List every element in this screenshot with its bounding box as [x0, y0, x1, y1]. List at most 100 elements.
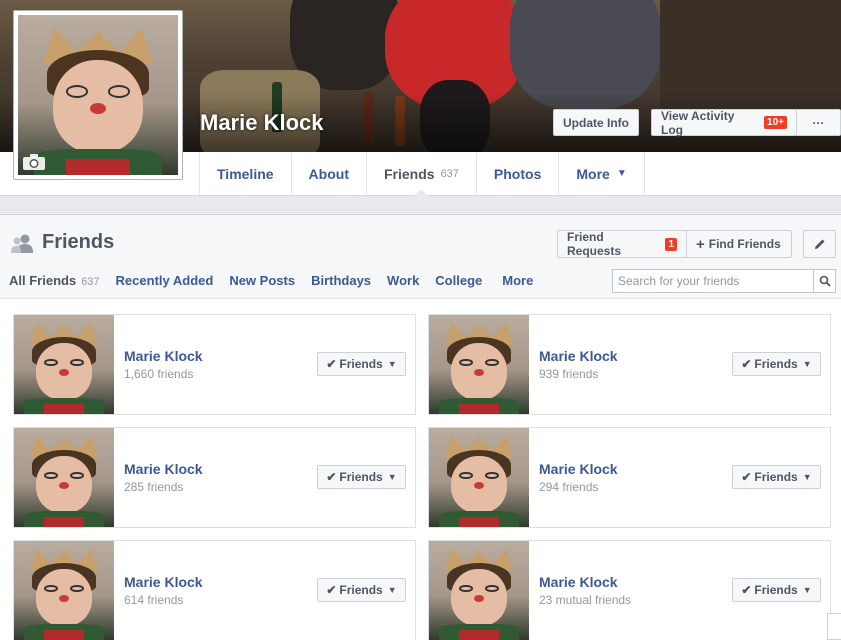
activity-log-button[interactable]: View Activity Log 10+	[651, 108, 797, 137]
filter-work[interactable]: Work	[387, 273, 419, 288]
search-button[interactable]	[813, 270, 835, 292]
filter-new-posts[interactable]: New Posts	[229, 273, 295, 288]
activity-log-label: View Activity Log	[661, 108, 735, 137]
filter-birthdays[interactable]: Birthdays	[311, 273, 371, 288]
friends-status-button[interactable]: ✔ Friends ▼	[317, 352, 406, 376]
friends-status-button[interactable]: ✔ Friends ▼	[317, 465, 406, 489]
friend-card: Marie Klock 23 mutual friends ✔ Friends …	[428, 540, 831, 640]
friend-requests-badge: 1	[665, 237, 677, 251]
caret-down-icon: ▼	[802, 359, 812, 369]
friend-name[interactable]: Marie Klock	[124, 348, 203, 364]
activity-log-badge: 10+	[764, 116, 787, 129]
tab-label: About	[308, 165, 349, 182]
filter-more[interactable]: More	[502, 273, 533, 288]
check-icon: ✔	[326, 470, 337, 484]
friends-status-button[interactable]: ✔ Friends ▼	[732, 352, 821, 376]
friends-button-label: Friends	[339, 357, 383, 371]
caret-down-icon: ▼	[387, 359, 397, 369]
friend-requests-label: Friend Requests	[567, 230, 622, 258]
tab-label: Friends	[383, 165, 435, 182]
friends-title: Friends	[10, 231, 114, 254]
caret-down-icon: ▼	[802, 585, 812, 595]
friend-photo[interactable]	[14, 541, 114, 640]
find-friends-button[interactable]: + Find Friends	[686, 230, 792, 258]
friends-header: Friends Friend Requests 1 + Find Friends…	[0, 215, 841, 299]
friends-status-button[interactable]: ✔ Friends ▼	[317, 578, 406, 602]
friend-count[interactable]: 939 friends	[539, 367, 598, 381]
friends-status-button[interactable]: ✔ Friends ▼	[732, 578, 821, 602]
check-icon: ✔	[741, 357, 752, 371]
scroll-handle[interactable]	[827, 613, 841, 640]
friend-requests-button[interactable]: Friend Requests 1	[557, 230, 687, 258]
friend-card: Marie Klock 285 friends ✔ Friends ▼	[13, 427, 416, 528]
friend-count[interactable]: 614 friends	[124, 593, 183, 607]
search-icon	[819, 275, 831, 287]
friend-name[interactable]: Marie Klock	[539, 461, 618, 477]
edit-button[interactable]	[803, 230, 836, 258]
friend-name[interactable]: Marie Klock	[539, 348, 618, 364]
friend-name[interactable]: Marie Klock	[124, 574, 203, 590]
friends-title-text: Friends	[42, 231, 115, 253]
friend-count[interactable]: 294 friends	[539, 480, 598, 494]
search-input[interactable]	[613, 270, 813, 292]
friends-status-button[interactable]: ✔ Friends ▼	[732, 465, 821, 489]
avatar	[429, 315, 529, 414]
tab-friends[interactable]: Friends 637	[367, 152, 477, 196]
friend-card: Marie Klock 294 friends ✔ Friends ▼	[428, 427, 831, 528]
friend-photo[interactable]	[14, 428, 114, 527]
friend-card: Marie Klock 614 friends ✔ Friends ▼	[13, 540, 416, 640]
friends-count: 637	[440, 167, 459, 180]
tab-label: Photos	[493, 165, 542, 182]
caret-down-icon: ▼	[802, 472, 812, 482]
avatar	[18, 15, 178, 175]
filter-college[interactable]: College	[435, 273, 482, 288]
friend-photo[interactable]	[429, 541, 529, 640]
update-info-button[interactable]: Update Info	[553, 109, 639, 136]
friends-button-label: Friends	[754, 357, 798, 371]
tab-photos[interactable]: Photos	[477, 152, 560, 195]
filter-all-friends[interactable]: All Friends 637	[9, 273, 100, 288]
friend-photo[interactable]	[429, 315, 529, 414]
more-options-button[interactable]: ···	[796, 109, 841, 136]
friend-card: Marie Klock 1,660 friends ✔ Friends ▼	[13, 314, 416, 415]
friends-button-label: Friends	[339, 470, 383, 484]
friend-name[interactable]: Marie Klock	[124, 461, 203, 477]
tab-timeline[interactable]: Timeline	[200, 152, 292, 195]
caret-down-icon: ▼	[387, 472, 397, 482]
friends-button-label: Friends	[339, 583, 383, 597]
profile-name[interactable]: Marie Klock	[200, 110, 324, 136]
find-friends-label: Find Friends	[708, 237, 781, 251]
tab-label: Timeline	[217, 165, 274, 182]
pencil-icon	[814, 239, 824, 249]
friend-name[interactable]: Marie Klock	[539, 574, 618, 590]
friends-filter-tabs: All Friends 637 Recently Added New Posts …	[9, 273, 549, 288]
caret-down-icon: ▼	[616, 168, 627, 179]
friends-icon	[11, 234, 33, 253]
friend-count[interactable]: 23 mutual friends	[539, 593, 631, 607]
profile-picture[interactable]	[13, 10, 183, 180]
filter-recently-added[interactable]: Recently Added	[116, 273, 214, 288]
all-friends-count: 637	[81, 276, 100, 288]
tab-more[interactable]: More ▼	[559, 152, 645, 195]
filter-label: All Friends	[9, 273, 77, 288]
tab-about[interactable]: About	[292, 152, 367, 195]
check-icon: ✔	[326, 357, 337, 371]
caret-down-icon: ▼	[387, 585, 397, 595]
avatar	[14, 315, 114, 414]
friend-photo[interactable]	[429, 428, 529, 527]
tab-label: More	[576, 165, 610, 182]
avatar	[429, 428, 529, 527]
avatar	[14, 541, 114, 640]
friend-count[interactable]: 1,660 friends	[124, 367, 193, 381]
check-icon: ✔	[741, 583, 752, 597]
friends-button-label: Friends	[754, 583, 798, 597]
avatar	[429, 541, 529, 640]
friend-card: Marie Klock 939 friends ✔ Friends ▼	[428, 314, 831, 415]
avatar	[14, 428, 114, 527]
camera-icon[interactable]	[22, 153, 46, 171]
friends-search	[612, 269, 836, 293]
friend-photo[interactable]	[14, 315, 114, 414]
friends-panel: Friends Friend Requests 1 + Find Friends…	[0, 214, 841, 640]
friend-count[interactable]: 285 friends	[124, 480, 183, 494]
plus-icon: +	[696, 235, 705, 253]
